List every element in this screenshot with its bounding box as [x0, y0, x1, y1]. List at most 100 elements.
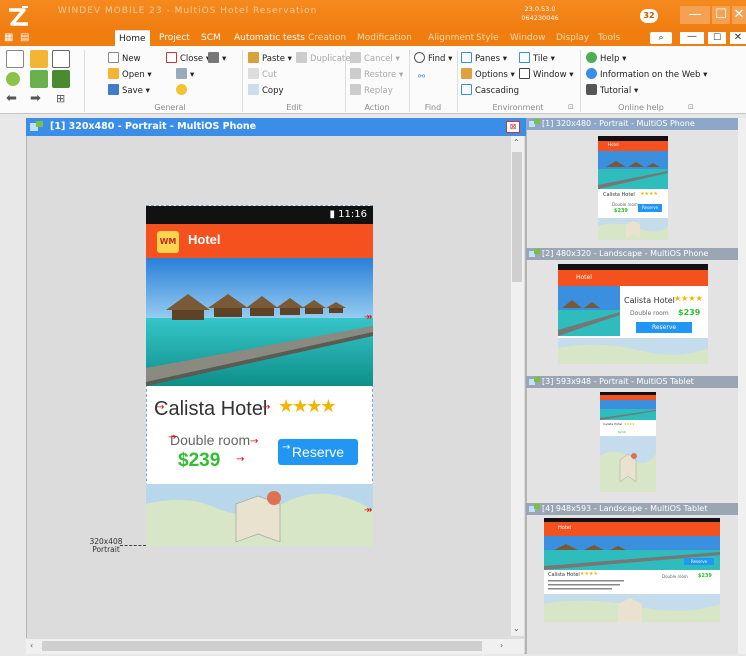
binoculars-icon[interactable]: ⚯ — [418, 70, 425, 84]
tutorial-button[interactable]: Tutorial ▾ — [586, 84, 638, 98]
bulb-icon — [176, 84, 187, 95]
ribbon-close-button[interactable]: ✕ — [730, 32, 746, 44]
window-title: WINDEV MOBILE 23 - MultiOS Hotel Reserva… — [58, 6, 318, 16]
help-button[interactable]: Help ▾ — [586, 52, 626, 66]
copy-label: Copy — [262, 86, 284, 96]
new-file-icon[interactable] — [6, 50, 24, 68]
restore-button[interactable]: Restore ▾ — [350, 68, 403, 82]
help-expand-icon[interactable]: ⊡ — [688, 100, 694, 114]
preview-3-screen[interactable]: Calista Hotel ★★★★ $239 — [600, 392, 656, 492]
tab-style[interactable]: Style — [472, 30, 503, 46]
windev-icon[interactable] — [52, 70, 70, 88]
tab-home[interactable]: Home — [115, 30, 150, 46]
android-icon[interactable] — [6, 72, 20, 86]
tab-scm[interactable]: SCM — [197, 30, 225, 46]
panes-button[interactable]: Panes ▾ — [461, 52, 507, 66]
cascading-button[interactable]: Cascading — [461, 84, 519, 98]
tab-automatic-tests[interactable]: Automatic tests — [230, 30, 309, 46]
tab-creation[interactable]: Creation — [304, 30, 350, 46]
price: $239 — [178, 450, 221, 471]
app-logo[interactable] — [6, 4, 32, 30]
back-arrow-icon[interactable]: ⬅ — [6, 92, 17, 106]
preview-2-screen[interactable]: Hotel Calista Hotel ★★★★ Double room $23… — [558, 264, 708, 364]
maximize-button[interactable]: ☐ — [712, 6, 730, 24]
open-button[interactable]: Open ▾ — [108, 68, 152, 82]
minimize-button[interactable]: — — [680, 6, 710, 24]
scroll-left-icon[interactable]: ‹ — [30, 641, 33, 650]
paste-button[interactable]: Paste ▾ — [248, 52, 292, 66]
preview-header-4[interactable]: [4] 948x593 - Landscape - MultiOS Tablet — [526, 503, 738, 515]
save-disk-icon[interactable] — [52, 50, 70, 68]
tab-window[interactable]: Window — [506, 30, 550, 46]
close-pane-icon[interactable]: ⊠ — [506, 121, 520, 133]
preview-1-screen[interactable]: Hotel Calista Hotel ★★★★ Double room $23… — [598, 136, 668, 240]
copy-icon — [248, 84, 259, 95]
tile-button[interactable]: Tile ▾ — [519, 52, 555, 66]
cut-button[interactable]: Cut — [248, 68, 277, 82]
size-guide-line — [120, 545, 146, 546]
close-doc-button[interactable]: Close ▾ — [166, 52, 210, 66]
project-icon[interactable] — [30, 70, 48, 88]
environment-expand-icon[interactable]: ⊡ — [568, 100, 574, 114]
hierarchy-icon[interactable]: ⊞ — [56, 92, 65, 106]
close-button[interactable]: ✕ — [732, 6, 746, 24]
new-button[interactable]: New — [108, 52, 141, 66]
forward-arrow-icon[interactable]: ➡ — [30, 92, 41, 106]
ribbon-restore-button[interactable]: ☐ — [708, 32, 726, 44]
phone-device-icon — [30, 121, 44, 133]
preview-header-2[interactable]: [2] 480x320 - Landscape - MultiOS Phone — [526, 248, 738, 260]
vertical-scroll-thumb[interactable] — [512, 152, 522, 282]
scroll-down-icon[interactable]: ⌄ — [513, 624, 520, 633]
panes-label: Panes — [475, 54, 500, 64]
previews-scrollbar[interactable] — [738, 118, 746, 654]
print-button[interactable]: ▾ — [208, 52, 226, 66]
preview-4-screen[interactable]: Hotel Reserve Calista Hotel ★★★★ Double … — [544, 518, 720, 622]
find-button[interactable]: Find ▾ — [414, 52, 452, 66]
window-button[interactable]: Window ▾ — [519, 68, 573, 82]
mini-reserve-button: Reserve — [636, 322, 692, 333]
cancel-label: Cancel — [364, 54, 393, 64]
mini-hotel-image — [558, 286, 620, 336]
magnifier-icon — [414, 52, 425, 63]
layout-icon[interactable]: ▤ — [20, 32, 32, 44]
size-caption: 320x408 Portrait — [84, 538, 128, 554]
horizontal-scroll-thumb[interactable] — [42, 641, 482, 651]
globe-icon — [586, 68, 597, 79]
info-web-button[interactable]: Information on the Web ▾ — [586, 68, 707, 82]
tab-modification[interactable]: Modification — [353, 30, 416, 46]
users-button[interactable]: ▾ — [176, 68, 194, 82]
mini-hotel-name: Calista Hotel — [603, 192, 635, 198]
options-button[interactable]: Options ▾ — [461, 68, 515, 82]
mini-stars: ★★★★ — [640, 191, 658, 197]
tab-project[interactable]: Project — [155, 30, 194, 46]
preview-header-3[interactable]: [3] 593x948 - Portrait - MultiOS Tablet — [526, 376, 738, 388]
bulb-button[interactable] — [176, 84, 190, 98]
cascading-label: Cascading — [475, 86, 519, 96]
open-folder-icon[interactable] — [30, 50, 48, 68]
version-number: 23.0.53.0 — [524, 5, 556, 13]
ribbon-minimize-button[interactable]: — — [680, 32, 704, 44]
user-badge[interactable]: 32 — [640, 9, 658, 23]
open-label: Open — [122, 70, 145, 80]
preview-header-1[interactable]: [1] 320x480 - Portrait - MultiOS Phone — [526, 118, 738, 130]
tab-tools[interactable]: Tools — [594, 30, 624, 46]
tab-display[interactable]: Display — [552, 30, 593, 46]
duplicate-button[interactable]: Duplicate — [296, 52, 351, 66]
scroll-up-icon[interactable]: ⌃ — [513, 138, 520, 147]
search-icon[interactable]: ⌕ — [650, 32, 672, 44]
replay-button[interactable]: Replay — [350, 84, 393, 98]
version-info: 23.0.53.0 064230046 — [510, 5, 570, 23]
hotel-image[interactable] — [146, 258, 373, 386]
grid-icon[interactable]: ▦ — [4, 32, 16, 44]
map-image[interactable] — [146, 484, 373, 546]
tablet-device-icon — [529, 504, 540, 512]
ribbon-tabs: Home Project SCM Automatic tests Creatio… — [60, 30, 746, 46]
tab-alignment[interactable]: Alignment — [424, 30, 478, 46]
tab-order-arrow-icon: → — [262, 402, 271, 413]
scroll-right-icon[interactable]: › — [500, 641, 503, 650]
cancel-button[interactable]: Cancel ▾ — [350, 52, 400, 66]
designer-header: [1] 320x480 - Portrait - MultiOS Phone — [26, 118, 526, 136]
save-button[interactable]: Save ▾ — [108, 84, 150, 98]
copy-button[interactable]: Copy — [248, 84, 284, 98]
new-icon — [108, 52, 119, 63]
